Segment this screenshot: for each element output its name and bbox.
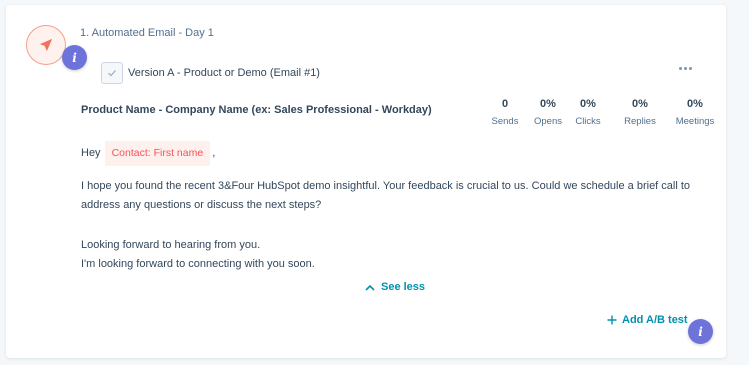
stat-value: 0 — [501, 98, 509, 110]
ellipsis-icon — [678, 66, 682, 70]
chevron-up-icon — [365, 284, 375, 291]
plus-icon — [607, 315, 617, 325]
more-options-button[interactable] — [674, 61, 696, 75]
stat-value: 0% — [687, 98, 703, 110]
add-ab-test-label: Add A/B test — [622, 314, 688, 326]
sequence-step-card: 1. Automated Email - Day 1 Version A - P… — [6, 5, 726, 358]
greeting-line: Hey Contact: First name , — [81, 141, 215, 166]
see-less-label: See less — [381, 281, 426, 293]
stat-label: Sends — [491, 116, 519, 127]
stat-value: 0% — [540, 98, 556, 110]
greeting-text: Hey — [81, 147, 101, 159]
see-less-button[interactable]: See less — [365, 281, 425, 293]
stat-label: Opens — [534, 116, 562, 127]
email-paragraph: I'm looking forward to connecting with y… — [81, 258, 315, 270]
stat-label: Replies — [624, 116, 656, 127]
stat-meetings: 0% Meetings — [670, 98, 720, 127]
step-icon-circle — [26, 25, 66, 65]
stat-label: Meetings — [675, 116, 715, 127]
personalization-token[interactable]: Contact: First name — [104, 141, 211, 166]
info-icon[interactable]: i — [688, 319, 713, 344]
email-paragraph: I hope you found the recent 3&Four HubSp… — [81, 180, 691, 211]
stat-label: Clicks — [575, 116, 601, 127]
info-icon[interactable]: i — [62, 45, 87, 70]
stat-opens: 0% Opens — [530, 98, 566, 127]
email-subject: Product Name - Company Name (ex: Sales P… — [81, 104, 432, 116]
stat-clicks: 0% Clicks — [566, 98, 610, 127]
stat-value: 0% — [632, 98, 648, 110]
checkmark-icon — [108, 70, 116, 77]
stat-sends: 0 Sends — [480, 98, 530, 127]
version-checkbox[interactable] — [101, 62, 123, 84]
email-paragraph: Looking forward to hearing from you. — [81, 239, 261, 251]
email-stats: 0 Sends 0% Opens 0% Clicks 0% Replies 0%… — [480, 98, 720, 127]
stat-value: 0% — [580, 98, 596, 110]
version-label: Version A - Product or Demo (Email #1) — [128, 67, 320, 79]
step-title: 1. Automated Email - Day 1 — [80, 27, 214, 39]
greeting-suffix: , — [212, 147, 216, 159]
stat-replies: 0% Replies — [610, 98, 670, 127]
add-ab-test-button[interactable]: Add A/B test — [607, 314, 688, 326]
paper-plane-icon — [39, 38, 53, 52]
